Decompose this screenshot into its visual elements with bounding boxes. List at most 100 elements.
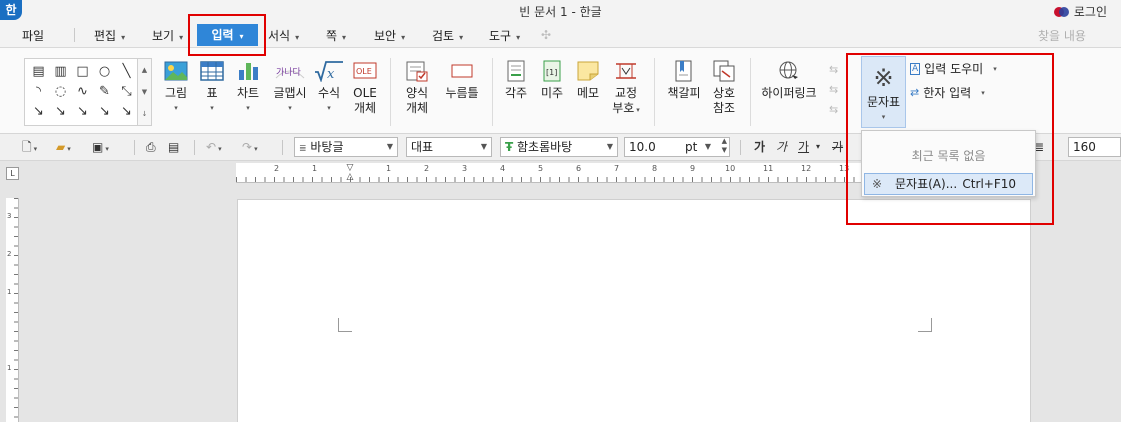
script-select[interactable]: 대표 ▼ [406, 137, 492, 157]
footnote-button[interactable]: 각주 [502, 60, 530, 101]
cross-reference-button[interactable]: 상호 참조 [708, 60, 740, 116]
menu-security[interactable]: 보안 ▾ [374, 25, 405, 47]
chevron-down-icon: ▾ [288, 104, 292, 112]
indent-marker-icon[interactable]: ▽ △ [346, 164, 354, 182]
table-icon [200, 61, 224, 81]
insert-field-button[interactable]: 누름틀 [442, 60, 482, 101]
redo-button[interactable]: ↷ ▾ [242, 138, 258, 156]
bold-button[interactable]: 가 [754, 138, 765, 156]
login-button[interactable]: 로그인 [1053, 3, 1107, 20]
svg-text:x: x [327, 67, 335, 82]
chart-label: 차트 [236, 86, 260, 100]
ruler-number: 3 [7, 212, 12, 220]
menu-view[interactable]: 보기 ▾ [152, 25, 183, 47]
bookmark-button[interactable]: 책갈피 [666, 60, 702, 101]
undo-button[interactable]: ↶ ▾ [206, 138, 222, 156]
new-document-button[interactable]: 🗋 ▾ [22, 138, 37, 156]
puzzle-icon[interactable]: ✣ [541, 28, 557, 42]
textbox-shape-icon[interactable]: ▤ [28, 62, 49, 82]
login-label: 로그인 [1073, 5, 1107, 19]
chevron-down-icon: ▾ [993, 64, 997, 73]
chevron-down-icon: ▼ [386, 142, 393, 151]
chevron-down-icon: ▼ [480, 142, 487, 151]
style-icon: ≣ [299, 144, 307, 154]
underline-button[interactable]: 가 [798, 138, 809, 156]
toolbar-divider [194, 140, 195, 155]
scroll-up-icon[interactable]: ▲ [138, 59, 151, 81]
insert-picture-button[interactable]: 그림 ▾ [162, 60, 190, 113]
font-select[interactable]: Ŧ 함초롬바탕 ▼ [500, 137, 618, 157]
curve-shape-icon[interactable]: ∿ [72, 82, 93, 102]
line-shape-icon[interactable]: ╲ [116, 62, 137, 82]
proof-mark-button[interactable]: 교정 부호 ▾ [610, 60, 642, 116]
insert-table-button[interactable]: 표 ▾ [198, 60, 226, 113]
print-button[interactable]: ⎙ [146, 138, 156, 156]
memo-button[interactable]: 메모 [574, 60, 602, 101]
hyperlink-button[interactable]: 하이퍼링크 [760, 60, 818, 101]
menu-tools[interactable]: 도구 ▾ [489, 25, 520, 47]
input-helper-button[interactable]: A 입력 도우미 ▾ [910, 60, 997, 77]
save-button[interactable]: ▣ ▾ [92, 138, 109, 156]
connector-elbow-icon[interactable]: ↘ [28, 102, 49, 122]
insert-formula-button[interactable]: x 수식 ▾ [314, 60, 344, 113]
input-helper-icon: A [910, 62, 921, 75]
insert-ole-button[interactable]: OLE OLE 개체 [350, 60, 380, 116]
formula-icon: x [315, 61, 343, 82]
connector-shape-icon[interactable]: ⤡ [116, 82, 137, 102]
chevron-down-icon: ▾ [218, 145, 222, 153]
connector-step-icon[interactable]: ↘ [50, 102, 71, 122]
scroll-down-icon[interactable]: ▼ [138, 81, 151, 103]
find-field[interactable]: 찾을 내용 [1038, 27, 1086, 44]
insert-wordart-button[interactable]: 가나다 글맵시 ▾ [270, 60, 310, 113]
rectangle-shape-icon[interactable]: □ [72, 62, 93, 82]
endnote-button[interactable]: [1] 미주 [538, 60, 566, 101]
character-map-button[interactable]: ※ 문자표 ▾ [861, 56, 906, 128]
italic-button[interactable]: 가 [776, 138, 787, 156]
style-select[interactable]: ≣ 바탕글 ▼ [294, 137, 398, 157]
menu-edit[interactable]: 편집 ▾ [94, 25, 125, 47]
vertical-ruler[interactable]: 3 2 1 1 [6, 198, 19, 422]
chevron-down-icon: ▾ [210, 104, 214, 112]
polygon-shape-icon[interactable]: ◌ [50, 82, 71, 102]
connector-curve2-icon[interactable]: ↘ [116, 102, 137, 122]
hanja-input-button[interactable]: ⇄ 한자 입력 ▾ [910, 84, 985, 101]
vertical-textbox-shape-icon[interactable]: ▥ [50, 62, 71, 82]
gallery-more-icon[interactable]: ↓ [138, 103, 151, 125]
ruler-number: 5 [538, 164, 544, 173]
open-document-button[interactable]: ▰ ▾ [56, 138, 71, 156]
proof-mark-icon [616, 63, 636, 79]
stepper-icon[interactable]: ▲ ▼ [722, 137, 727, 155]
pen-shape-icon[interactable]: ✎ [94, 82, 115, 102]
font-size-field[interactable]: 10.0 pt ▼ ▲ ▼ [624, 137, 730, 157]
shape-gallery: ▤ ▥ □ ○ ╲ ◝ ◌ ∿ ✎ ⤡ ↘ ↘ ↘ ↘ ↘ ▲ ▼ ↓ [24, 58, 152, 126]
ellipse-shape-icon[interactable]: ○ [94, 62, 115, 82]
connector-curve-icon[interactable]: ↘ [94, 102, 115, 122]
insert-chart-button[interactable]: 차트 ▾ [234, 60, 262, 113]
zoom-field[interactable]: 160 [1068, 137, 1121, 157]
insert-form-button[interactable]: 양식 개체 [402, 60, 432, 116]
shape-gallery-scroll[interactable]: ▲ ▼ ↓ [137, 59, 151, 125]
connector-step2-icon[interactable]: ↘ [72, 102, 93, 122]
ruler-number: 13 [839, 164, 850, 173]
character-map-menu-item[interactable]: ※ 문자표(A)... Ctrl+F10 [864, 173, 1033, 195]
strikethrough-button[interactable]: 가 [832, 138, 843, 156]
shortcut-label: Ctrl+F10 [962, 177, 1016, 191]
chevron-down-icon: ▾ [105, 145, 109, 153]
bookmark-icon [675, 60, 692, 82]
menu-review[interactable]: 검토 ▾ [432, 25, 463, 47]
tab-type-selector[interactable]: L [6, 167, 19, 180]
ruler-number: 3 [462, 164, 468, 173]
table-label: 표 [206, 86, 218, 100]
toolbar-divider [740, 140, 741, 155]
menu-format[interactable]: 서식 ▾ [268, 25, 299, 47]
chevron-down-icon: ▾ [174, 104, 178, 112]
menu-file[interactable]: 파일 [22, 25, 44, 47]
arc-shape-icon[interactable]: ◝ [28, 82, 49, 102]
menu-page[interactable]: 쪽 ▾ [326, 25, 346, 47]
ribbon-divider [750, 58, 751, 126]
underline-options-caret[interactable]: ▾ [816, 138, 820, 156]
ruler-number: 1 [386, 164, 392, 173]
menu-insert[interactable]: 입력 ▾ [197, 24, 258, 46]
document-page[interactable] [237, 199, 1031, 422]
preview-button[interactable]: ▤ [168, 138, 179, 156]
